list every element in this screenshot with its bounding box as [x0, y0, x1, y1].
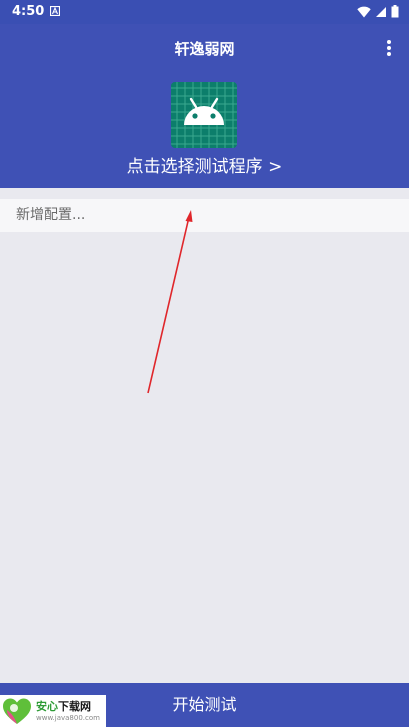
app-header: 轩逸弱网 点击选择测试程序 >	[0, 24, 409, 188]
select-test-program-link[interactable]: 点击选择测试程序 >	[0, 152, 409, 177]
watermark-brand: 安心下载网	[36, 699, 91, 713]
status-time: 4:50	[12, 4, 45, 19]
android-icon[interactable]	[171, 82, 237, 148]
watermark-url: www.java800.com	[36, 713, 100, 722]
app-title: 轩逸弱网	[174, 40, 235, 58]
signal-icon	[376, 6, 386, 17]
watermark-text: 安心下载网 www.java800.com	[36, 700, 100, 723]
add-config-item[interactable]: 新增配置...	[0, 199, 409, 232]
status-bar: 4:50	[0, 0, 409, 24]
battery-icon	[391, 5, 399, 18]
watermark: 安心下载网 www.java800.com	[0, 695, 106, 727]
heart-logo-icon	[3, 698, 31, 724]
more-vertical-icon[interactable]	[381, 38, 397, 58]
a-notification-icon	[50, 6, 60, 16]
wifi-icon	[357, 6, 371, 17]
status-icons	[357, 5, 399, 18]
